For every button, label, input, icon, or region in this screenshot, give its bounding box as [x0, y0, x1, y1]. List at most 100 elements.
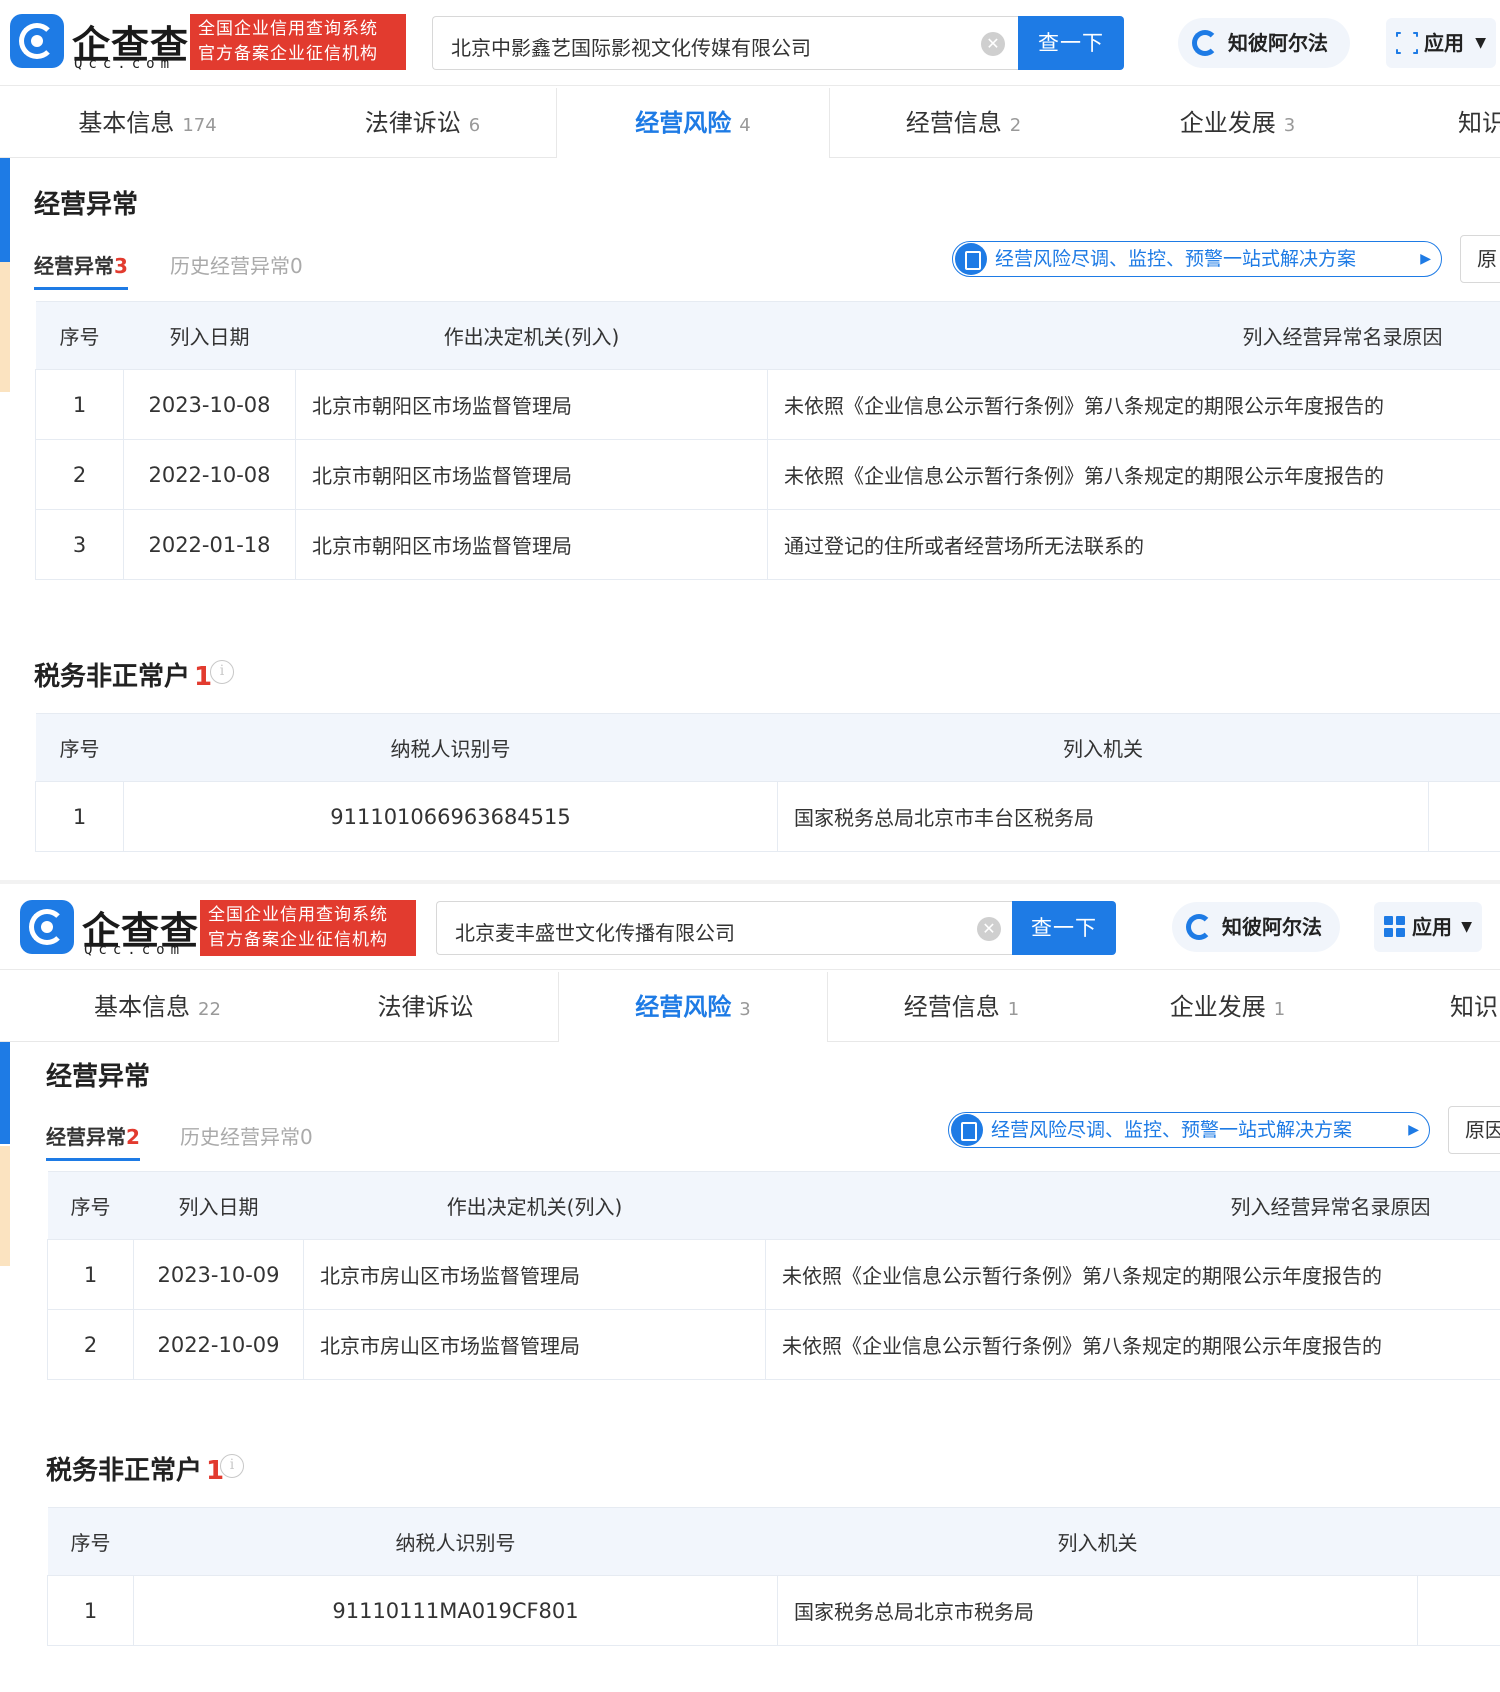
search-input[interactable]: 北京麦丰盛世文化传播有限公司 ✕	[436, 901, 1012, 955]
apps-label: 应用	[1424, 31, 1464, 55]
col-header-index: 序号	[47, 1507, 134, 1576]
col-header-listing-authority: 列入机关	[777, 713, 1429, 782]
caret-right-icon: ▶	[1420, 251, 1431, 267]
col-header-taxpayer-id: 纳税人识别号	[133, 1507, 778, 1576]
table-header-row: 序号 列入日期 作出决定机关(列入) 列入经营异常名录原因	[47, 1171, 1500, 1240]
col-header-index: 序号	[35, 301, 124, 370]
clear-icon[interactable]: ✕	[981, 32, 1005, 56]
col-header-date: 列入日期	[123, 301, 296, 370]
apps-label: 应用	[1412, 915, 1452, 939]
badge-line-1: 全国企业信用查询系统	[208, 905, 388, 925]
table-header-row: 序号 纳税人识别号 列入机关	[47, 1507, 1500, 1576]
section-title-tax: 税务非正常户 1	[34, 662, 213, 692]
tax-table: 序号 纳税人识别号 列入机关 1 911101066963684515 国家税务…	[35, 713, 1500, 852]
top-header: 企查查 Qcc.com 全国企业信用查询系统 官方备案企业征信机构 北京中影鑫艺…	[0, 0, 1500, 86]
clear-icon[interactable]: ✕	[977, 917, 1001, 941]
side-float-strip-lower[interactable]	[0, 262, 10, 392]
tab-operating-risk[interactable]: 经营风险 4	[556, 88, 830, 158]
zhibi-alpha-label: 知彼阿尔法	[1222, 915, 1322, 939]
info-icon[interactable]: i	[220, 1454, 244, 1478]
tab-operating-risk[interactable]: 经营风险 3	[558, 972, 828, 1042]
logo-domain: Qcc.com	[74, 56, 176, 72]
reason-button[interactable]: 原因	[1448, 1106, 1500, 1154]
zhibi-alpha-button[interactable]: 知彼阿尔法	[1172, 902, 1340, 952]
subtab-abnormal[interactable]: 经营异常2	[46, 1121, 140, 1161]
abnormal-table: 序号 列入日期 作出决定机关(列入) 列入经营异常名录原因 1 2023-10-…	[47, 1171, 1500, 1380]
subtab-history-abnormal[interactable]: 历史经营异常0	[170, 250, 303, 279]
screenshot-panel-1: 企查查 Qcc.com 全国企业信用查询系统 官方备案企业征信机构 北京中影鑫艺…	[0, 0, 1500, 880]
section-title-tax: 税务非正常户 1	[46, 1456, 225, 1486]
risk-solution-banner[interactable]: 经营风险尽调、监控、预警一站式解决方案 ▶	[952, 241, 1442, 277]
tab-development[interactable]: 企业发展 1	[1100, 972, 1355, 1042]
logo-domain: Qcc.com	[84, 942, 186, 958]
table-header-row: 序号 纳税人识别号 列入机关	[35, 713, 1500, 782]
tab-legal[interactable]: 法律诉讼	[298, 972, 553, 1042]
tab-basic-info[interactable]: 基本信息 174	[20, 88, 275, 158]
badge-line-2: 官方备案企业征信机构	[208, 930, 388, 950]
risk-solution-banner[interactable]: 经营风险尽调、监控、预警一站式解决方案 ▶	[948, 1112, 1430, 1148]
col-header-reason: 列入经营异常名录原因	[765, 1171, 1500, 1240]
apps-button[interactable]: 应用 ▼	[1386, 18, 1496, 68]
abnormal-table: 序号 列入日期 作出决定机关(列入) 列入经营异常名录原因 1 2023-10-…	[35, 301, 1500, 580]
main-tabbar: 基本信息 174 法律诉讼 6 经营风险 4 经营信息 2 企业发展 3 知识	[0, 88, 1500, 158]
col-header-listing-authority: 列入机关	[777, 1507, 1418, 1576]
badge-line-2: 官方备案企业征信机构	[198, 44, 378, 64]
zhibi-alpha-label: 知彼阿尔法	[1228, 31, 1328, 55]
table-row: 1 2023-10-08 北京市朝阳区市场监督管理局 未依照《企业信息公示暂行条…	[35, 369, 1500, 440]
tax-table: 序号 纳税人识别号 列入机关 1 91110111MA019CF801 国家税务…	[47, 1507, 1500, 1646]
zhibi-alpha-button[interactable]: 知彼阿尔法	[1178, 18, 1350, 68]
search-input[interactable]: 北京中影鑫艺国际影视文化传媒有限公司 ✕	[432, 16, 1018, 70]
table-row: 1 91110111MA019CF801 国家税务总局北京市税务局	[47, 1575, 1500, 1646]
zhibi-logo-icon	[1192, 30, 1218, 56]
credit-badge: 全国企业信用查询系统 官方备案企业征信机构	[200, 900, 416, 956]
search-input-value: 北京麦丰盛世文化传播有限公司	[455, 921, 735, 945]
screenshot-panel-2: 企查查 Qcc.com 全国企业信用查询系统 官方备案企业征信机构 北京麦丰盛世…	[0, 884, 1500, 1692]
col-header-authority: 作出决定机关(列入)	[303, 1171, 766, 1240]
risk-solution-label: 经营风险尽调、监控、预警一站式解决方案	[991, 1119, 1353, 1141]
tab-ip[interactable]: 知识	[1450, 972, 1500, 1042]
tab-operating-info[interactable]: 经营信息 2	[836, 88, 1091, 158]
qcc-logo-icon[interactable]	[10, 14, 64, 68]
table-row: 3 2022-01-18 北京市朝阳区市场监督管理局 通过登记的住所或者经营场所…	[35, 509, 1500, 580]
tab-development[interactable]: 企业发展 3	[1110, 88, 1365, 158]
main-tabbar: 基本信息 22 法律诉讼 经营风险 3 经营信息 1 企业发展 1 知识	[0, 972, 1500, 1042]
col-header-reason: 列入经营异常名录原因	[767, 301, 1500, 370]
table-header-row: 序号 列入日期 作出决定机关(列入) 列入经营异常名录原因	[35, 301, 1500, 370]
search-button[interactable]: 查一下	[1012, 901, 1116, 955]
search-input-value: 北京中影鑫艺国际影视文化传媒有限公司	[451, 36, 811, 60]
badge-line-1: 全国企业信用查询系统	[198, 19, 378, 39]
chevron-down-icon: ▼	[1461, 919, 1472, 935]
side-float-strip-lower[interactable]	[0, 1146, 10, 1266]
table-row: 2 2022-10-08 北京市朝阳区市场监督管理局 未依照《企业信息公示暂行条…	[35, 439, 1500, 510]
tab-legal[interactable]: 法律诉讼 6	[295, 88, 550, 158]
section-title-abnormal: 经营异常	[34, 190, 139, 220]
document-icon	[951, 1114, 983, 1146]
col-header-index: 序号	[35, 713, 124, 782]
apps-grid-icon	[1384, 916, 1406, 938]
risk-solution-label: 经营风险尽调、监控、预警一站式解决方案	[995, 248, 1357, 270]
fullscreen-corner-icon	[1396, 32, 1418, 54]
apps-button[interactable]: 应用 ▼	[1374, 902, 1482, 952]
subtab-abnormal[interactable]: 经营异常3	[34, 250, 128, 290]
zhibi-logo-icon	[1186, 914, 1212, 940]
col-header-taxpayer-id: 纳税人识别号	[123, 713, 778, 782]
table-row: 2 2022-10-09 北京市房山区市场监督管理局 未依照《企业信息公示暂行条…	[47, 1309, 1500, 1380]
table-row: 1 2023-10-09 北京市房山区市场监督管理局 未依照《企业信息公示暂行条…	[47, 1239, 1500, 1310]
tab-basic-info[interactable]: 基本信息 22	[30, 972, 285, 1042]
col-header-date: 列入日期	[133, 1171, 304, 1240]
tab-operating-info[interactable]: 经营信息 1	[834, 972, 1089, 1042]
info-icon[interactable]: i	[210, 660, 234, 684]
search-button[interactable]: 查一下	[1018, 16, 1124, 70]
table-row: 1 911101066963684515 国家税务总局北京市丰台区税务局	[35, 781, 1500, 852]
subtab-history-abnormal[interactable]: 历史经营异常0	[180, 1121, 313, 1150]
caret-right-icon: ▶	[1408, 1122, 1419, 1138]
credit-badge: 全国企业信用查询系统 官方备案企业征信机构	[190, 14, 406, 70]
chevron-down-icon: ▼	[1475, 35, 1486, 51]
top-header: 企查查 Qcc.com 全国企业信用查询系统 官方备案企业征信机构 北京麦丰盛世…	[0, 884, 1500, 970]
section-title-abnormal: 经营异常	[46, 1062, 151, 1092]
qcc-logo-icon[interactable]	[20, 900, 74, 954]
document-icon	[955, 243, 987, 275]
col-header-authority: 作出决定机关(列入)	[295, 301, 768, 370]
tab-ip[interactable]: 知识	[1458, 88, 1500, 158]
reason-button[interactable]: 原	[1460, 235, 1500, 283]
